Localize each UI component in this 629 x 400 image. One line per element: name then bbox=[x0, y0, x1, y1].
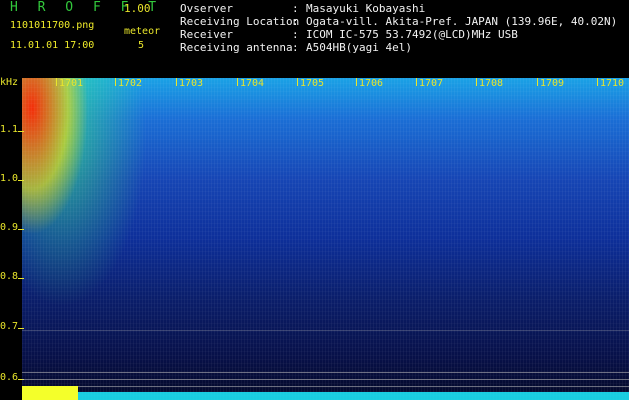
antenna-label: Receiving antenna bbox=[180, 41, 293, 54]
reference-line bbox=[22, 372, 629, 373]
image-filename: 1101011700.png bbox=[10, 20, 95, 31]
x-tick-label: 1704 bbox=[240, 78, 265, 89]
location-colon: : bbox=[292, 15, 299, 28]
y-tick-mark bbox=[18, 131, 24, 132]
meteor-label: meteor bbox=[124, 26, 161, 37]
x-tick-label: 1703 bbox=[179, 78, 204, 89]
y-tick-label: 0.6 bbox=[0, 372, 19, 383]
capture-datetime: 11.01.01 17:00 bbox=[10, 40, 95, 51]
receiver-value: ICOM IC-575 53.7492(@LCD)MHz USB bbox=[306, 28, 518, 41]
y-tick-mark bbox=[18, 229, 24, 230]
app-version: 1.00 bbox=[124, 2, 151, 15]
antenna-value: A504HB(yagi 4el) bbox=[306, 41, 412, 54]
x-tick-mark bbox=[416, 78, 417, 86]
y-tick-mark bbox=[18, 180, 24, 181]
x-tick-mark bbox=[56, 78, 57, 86]
y-tick-label: 0.8 bbox=[0, 271, 19, 282]
low-frequency-band bbox=[22, 386, 78, 400]
y-tick-label: 1.1 bbox=[0, 124, 19, 135]
reference-line bbox=[22, 386, 629, 387]
y-tick-mark bbox=[18, 328, 24, 329]
x-tick-label: 1709 bbox=[540, 78, 565, 89]
y-tick-label: 0.9 bbox=[0, 222, 19, 233]
x-tick-label: 1702 bbox=[118, 78, 143, 89]
location-label: Receiving Location bbox=[180, 15, 300, 28]
observer-label: Ovserver bbox=[180, 2, 233, 15]
x-tick-mark bbox=[237, 78, 238, 86]
meteor-count: 5 bbox=[138, 40, 145, 51]
y-tick-label: 1.0 bbox=[0, 173, 19, 184]
antenna-colon: : bbox=[292, 41, 299, 54]
x-tick-label: 1708 bbox=[479, 78, 504, 89]
x-tick-label: 1710 bbox=[600, 78, 625, 89]
observer-value: Masayuki Kobayashi bbox=[306, 2, 426, 15]
x-tick-mark bbox=[297, 78, 298, 86]
spectrogram-plot bbox=[22, 78, 629, 400]
observer-colon: : bbox=[292, 2, 299, 15]
location-value: Ogata-vill. Akita-Pref. JAPAN (139.96E, … bbox=[306, 15, 618, 28]
reference-line bbox=[22, 330, 629, 331]
receiver-label: Receiver bbox=[180, 28, 233, 41]
y-axis-unit: kHz bbox=[0, 77, 19, 88]
x-tick-mark bbox=[537, 78, 538, 86]
x-tick-label: 1706 bbox=[359, 78, 384, 89]
y-tick-label: 0.7 bbox=[0, 321, 19, 332]
x-tick-label: 1701 bbox=[59, 78, 84, 89]
x-tick-mark bbox=[476, 78, 477, 86]
x-tick-mark bbox=[176, 78, 177, 86]
x-tick-mark bbox=[597, 78, 598, 86]
reference-line bbox=[22, 379, 629, 380]
baseline-band bbox=[78, 392, 629, 400]
x-tick-label: 1705 bbox=[300, 78, 325, 89]
x-tick-label: 1707 bbox=[419, 78, 444, 89]
y-tick-mark bbox=[18, 278, 24, 279]
x-tick-mark bbox=[115, 78, 116, 86]
x-tick-mark bbox=[356, 78, 357, 86]
receiver-colon: : bbox=[292, 28, 299, 41]
